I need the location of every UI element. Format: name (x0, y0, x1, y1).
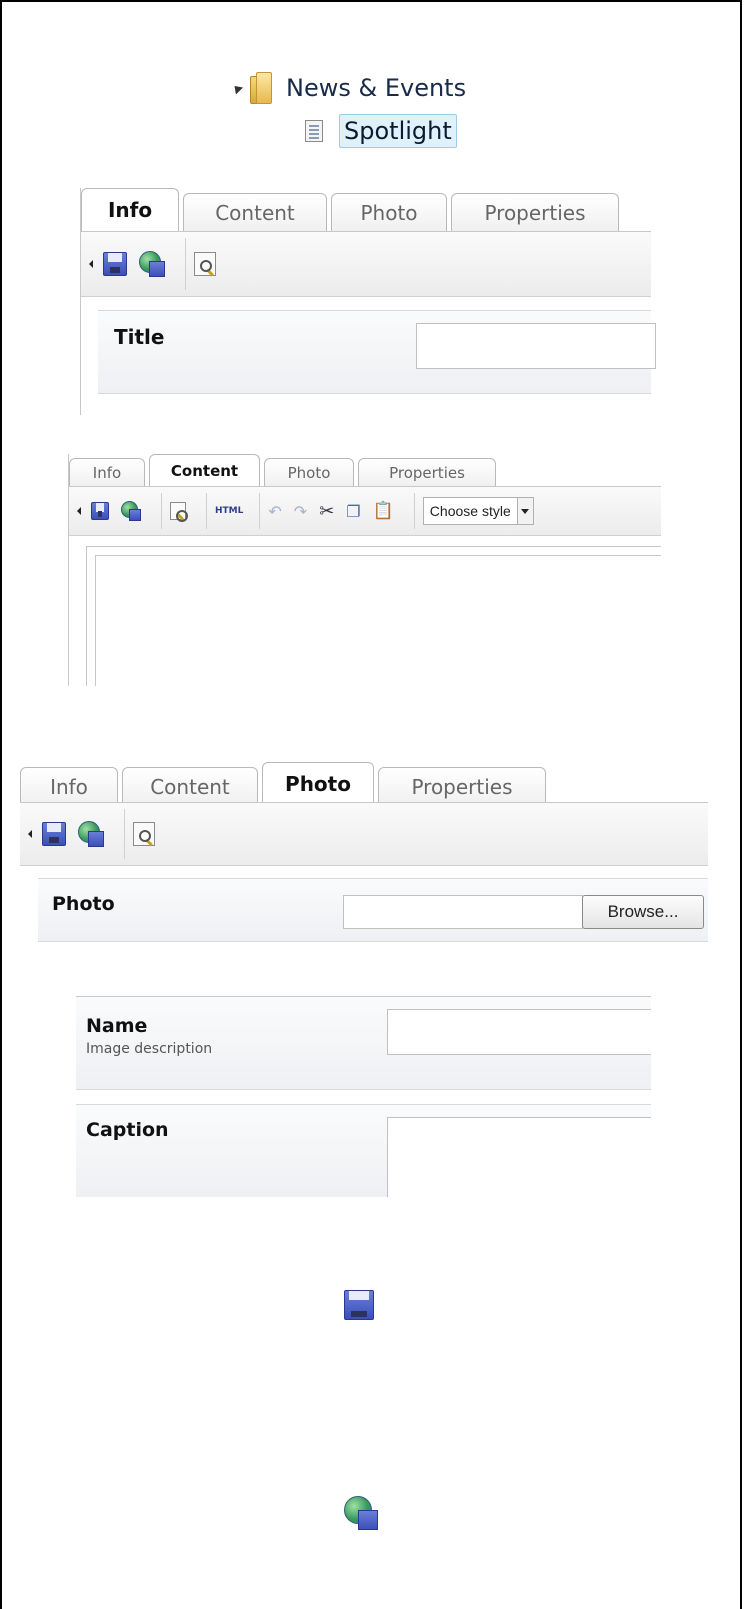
collapse-arrow-icon[interactable] (89, 260, 93, 268)
toolbar-separator (206, 493, 207, 529)
preview-icon[interactable] (133, 822, 155, 846)
content-editor[interactable] (86, 546, 661, 686)
tab-content[interactable]: Content (183, 193, 327, 231)
save-icon[interactable] (42, 822, 66, 846)
toolbar-separator (185, 238, 186, 290)
tab-photo[interactable]: Photo (262, 762, 374, 805)
title-field-row: Title (98, 310, 656, 394)
save-and-publish-icon (344, 1496, 378, 1530)
collapse-arrow-icon[interactable] (28, 830, 32, 838)
name-field-row: Name Image description (76, 996, 651, 1090)
save-icon[interactable] (103, 252, 127, 276)
save-and-publish-icon[interactable] (78, 821, 104, 847)
tab-properties[interactable]: Properties (451, 193, 619, 231)
save-icon (344, 1290, 374, 1320)
tab-content[interactable]: Content (122, 767, 258, 805)
tab-info[interactable]: Info (69, 458, 145, 486)
title-label: Title (114, 325, 165, 349)
tab-bar: Info Content Photo Properties (69, 454, 500, 486)
photo-label: Photo (52, 893, 115, 915)
undo-icon[interactable]: ↶ (268, 502, 281, 521)
name-input[interactable] (387, 1009, 651, 1055)
photo-file-input[interactable] (343, 895, 583, 929)
name-label: Name (86, 1015, 148, 1037)
tree-item-label-selected: Spotlight (339, 114, 457, 148)
tab-bar: Info Content Photo Properties (20, 762, 550, 805)
tab-photo[interactable]: Photo (264, 458, 354, 486)
photo-field-row: Photo Browse... (38, 878, 708, 942)
expand-arrow-icon[interactable] (230, 81, 244, 95)
tab-bar: Info Content Photo Properties (81, 188, 623, 231)
tree-item-news-events[interactable]: News & Events (230, 72, 467, 104)
toolbar (81, 231, 651, 297)
collapse-arrow-icon[interactable] (77, 507, 81, 515)
paste-icon[interactable]: 📋 (373, 501, 394, 521)
caption-field-row: Caption (76, 1104, 651, 1197)
toolbar-separator (161, 493, 162, 529)
toolbar (20, 802, 708, 866)
browse-button[interactable]: Browse... (582, 895, 704, 929)
preview-icon[interactable] (194, 252, 216, 276)
caption-label: Caption (86, 1119, 169, 1141)
save-and-publish-icon[interactable] (139, 251, 165, 277)
tab-content[interactable]: Content (149, 454, 260, 486)
tree-item-spotlight[interactable]: Spotlight (305, 114, 457, 148)
save-and-publish-icon[interactable] (121, 501, 141, 521)
copy-icon[interactable]: ❐ (346, 502, 360, 521)
folder-icon (250, 72, 272, 104)
title-input[interactable] (416, 323, 656, 369)
redo-icon[interactable]: ↷ (294, 502, 307, 521)
toolbar-separator (259, 493, 261, 529)
chevron-down-icon[interactable] (517, 497, 534, 525)
tab-properties[interactable]: Properties (378, 767, 546, 805)
document-icon (305, 120, 323, 142)
caption-input[interactable] (387, 1117, 651, 1197)
style-select[interactable]: Choose style (422, 497, 518, 525)
toolbar-separator (124, 809, 125, 859)
html-source-icon[interactable]: HTML (215, 506, 243, 516)
save-icon[interactable] (91, 502, 109, 520)
preview-icon[interactable] (170, 502, 188, 522)
tree-item-label: News & Events (286, 74, 467, 102)
tab-info[interactable]: Info (81, 188, 179, 231)
toolbar-separator (413, 493, 415, 529)
tab-photo[interactable]: Photo (331, 193, 447, 231)
tab-info[interactable]: Info (20, 767, 118, 805)
toolbar: HTML ↶ ↷ ✂ ❐ 📋 Choose style (69, 486, 661, 536)
cut-icon[interactable]: ✂ (319, 501, 334, 522)
tab-properties[interactable]: Properties (358, 458, 496, 486)
name-description: Image description (86, 1041, 213, 1057)
